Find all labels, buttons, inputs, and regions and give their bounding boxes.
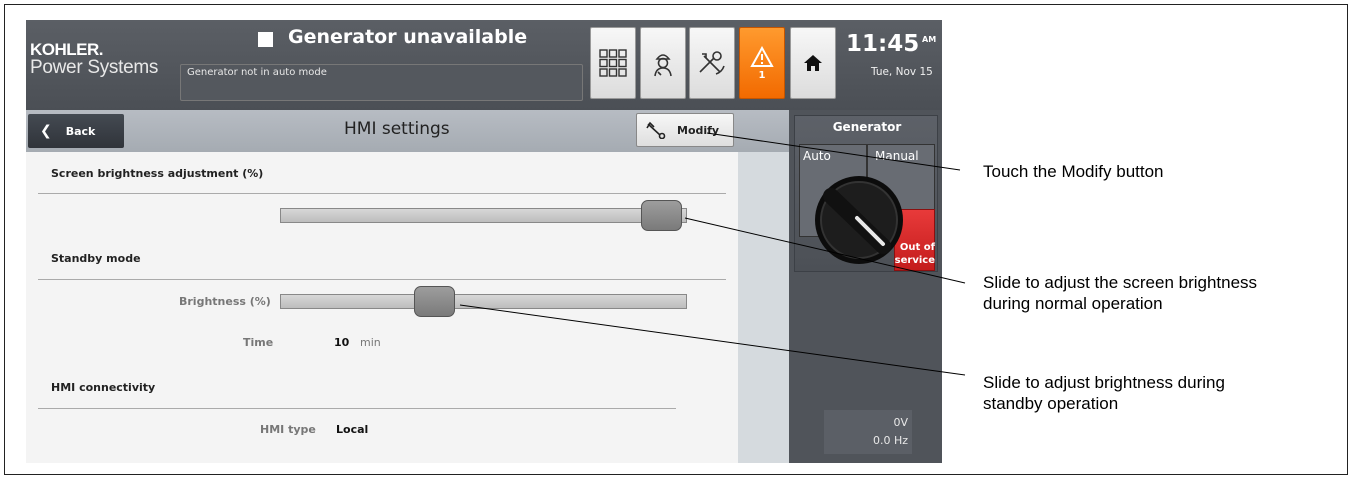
brightness-callout-line: [684, 217, 966, 284]
callout-standby-line2: standby operation: [983, 394, 1119, 413]
callout-brightness-line1: Slide to adjust the screen brightness: [983, 273, 1258, 292]
callout-brightness: Slide to adjust the screen brightness du…: [983, 272, 1257, 314]
standby-callout-line: [459, 304, 966, 376]
callout-modify: Touch the Modify button: [983, 162, 1164, 181]
callout-brightness-line2: during normal operation: [983, 294, 1163, 313]
callout-standby-line1: Slide to adjust brightness during: [983, 373, 1225, 392]
callout-standby: Slide to adjust brightness during standb…: [983, 372, 1225, 414]
modify-callout-line: [706, 132, 961, 171]
